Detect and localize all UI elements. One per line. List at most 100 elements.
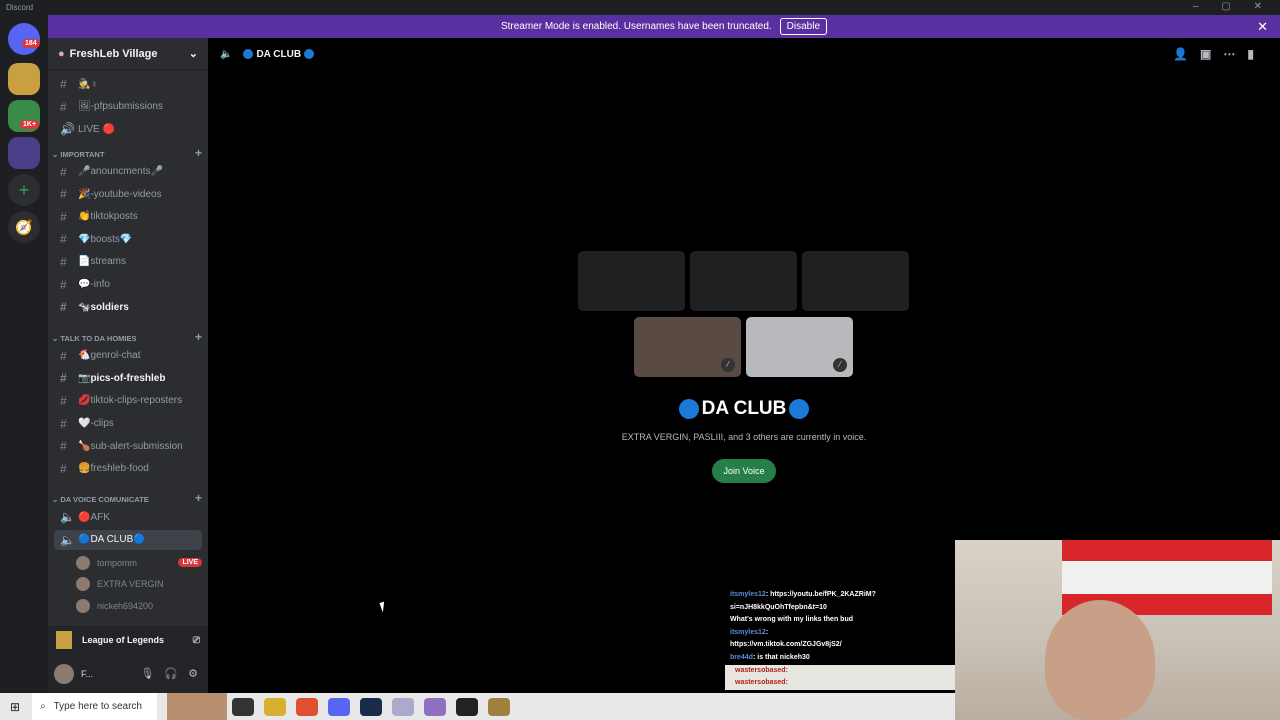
windows-start-icon[interactable]: ⊞ [10,700,20,714]
server-icon[interactable] [8,137,40,169]
chat-message: si=nJH8kkQuOhTfepbn&t=10 [730,603,827,611]
add-channel-icon[interactable]: + [195,146,202,160]
steam-icon[interactable] [360,697,382,716]
league-icon[interactable] [488,697,510,716]
server-list: 184 1K+ + 🧭 [0,15,48,693]
speaker-icon: 🔈 [220,48,233,60]
voice-channel-title: DA CLUB [208,398,1280,420]
app-icon[interactable] [232,697,254,716]
participant-tile[interactable] [802,251,909,311]
channel-item[interactable]: # 🎤anouncments🎤 [54,162,202,182]
brave-browser-icon[interactable] [296,697,318,716]
chevron-down-icon: ⌄ [188,48,198,60]
muted-icon: ⁄ [833,358,847,372]
discord-icon[interactable] [328,697,350,716]
channel-sidebar: ● FreshLeb Village ⌄ # 🕵️♀ # 🖼-pfpsubmissions… [48,38,208,693]
disable-button[interactable]: Disable [779,18,828,35]
gear-icon[interactable]: ⚙ [188,668,208,680]
server-header[interactable]: ● FreshLeb Village ⌄ [48,38,208,70]
twitch-icon[interactable] [424,697,446,716]
username: F... [81,668,94,679]
banner-text: Streamer Mode is enabled. Usernames have… [500,21,772,32]
stream-chat-overlay: itsmyles12: https://youtu.be/fPK_2KAZRiM… [725,578,955,693]
participant-tile[interactable] [578,251,685,311]
notification-badge: 1K+ [20,120,40,129]
app-icon[interactable] [392,697,414,716]
add-server-icon[interactable]: + [8,174,40,206]
channel-item[interactable]: # 🐄soldiers [54,297,202,317]
chat-message: bre44d: is that nickeh30 [730,653,810,661]
participant-tile[interactable]: ⁄ [634,317,741,377]
channel-item[interactable]: 🔈 🔵DA CLUB🔵 [54,529,202,550]
search-highlight-image [167,693,227,720]
avatar[interactable] [54,663,74,684]
server-freshleb[interactable] [8,63,40,95]
microphone-icon[interactable]: 🎙 [140,668,164,680]
activity-panel[interactable]: League of Legends ⎚ [48,626,208,654]
channel-item[interactable]: # 📷pics-of-freshleb [54,368,202,388]
webcam-overlay [955,540,1280,720]
category-header[interactable]: ⌄ DA VOICE COMUNICATE + [52,491,202,505]
search-placeholder: Type here to search [53,701,142,712]
chat-message: itsmyles12: https://youtu.be/fPK_2KAZRiM… [730,591,876,598]
screen-share-icon[interactable]: ⎚ [193,635,200,646]
taskbar-search[interactable]: ⌕ Type here to search [32,693,157,720]
channel-item[interactable]: # 🖼-pfpsubmissions [54,97,202,117]
close-icon[interactable]: ✕ [1257,19,1268,35]
notification-badge: 184 [22,39,40,48]
file-explorer-icon[interactable] [264,697,286,716]
taskbar: ⊞ ⌕ Type here to search [0,693,955,720]
muted-icon: ⁄ [721,358,735,372]
avatar [76,598,90,613]
voice-user[interactable]: tompomm LIVE [76,553,202,573]
channel-item[interactable]: # 🍗sub-alert-submission [54,436,202,456]
add-friend-icon[interactable]: 👤 [1173,47,1200,61]
channel-item[interactable]: # 💎boosts💎 [54,229,202,249]
voice-user[interactable]: EXTRA VERGIN [76,574,202,594]
channel-item[interactable]: # 📄streams [54,252,202,272]
explore-compass-icon[interactable]: 🧭 [8,211,40,243]
activity-label: League of Legends [82,635,165,645]
more-icon[interactable]: ⋯ [1223,47,1247,61]
chat-message: wastersobased: [725,677,955,690]
participant-tile[interactable] [690,251,797,311]
category-header[interactable]: ⌄ IMPORTANT + [52,146,202,160]
channel-item[interactable]: # 💬-info [54,275,202,295]
live-badge: LIVE [178,558,202,567]
chat-message: itsmyles12: [730,628,769,636]
headphones-icon[interactable]: 🎧 [164,668,188,680]
avatar [76,577,90,591]
participant-tile[interactable]: ⁄ [746,317,853,377]
chat-message: What's wrong with my links then bud [730,616,853,624]
voice-status-text: EXTRA VERGIN, PASLIII, and 3 others are … [621,432,867,442]
window-controls[interactable]: – ▢ ✕ [1193,1,1272,12]
logitech-icon[interactable] [456,697,478,716]
user-panel: F... 🎙🎧⚙ [48,654,208,693]
chat-icon[interactable]: ▮ [1247,47,1266,61]
streamer-face [1045,600,1155,720]
voice-user[interactable]: nickeh694200 [76,596,202,616]
channel-item[interactable]: # 🤍-clips [54,414,202,434]
channel-item[interactable]: # 🕵️♀ [54,74,202,94]
channel-item[interactable]: # 🍔freshleb-food [54,459,202,479]
channel-item[interactable]: # 🎉-youtube-videos [54,184,202,204]
channel-header: 🔈 DA CLUB 👤▣⋯▮ [208,38,1280,70]
join-voice-button[interactable]: Join Voice [712,459,776,483]
chat-message: wastersobased: [725,664,955,678]
channel-item[interactable]: # 🐔genrol-chat [54,346,202,366]
chat-message: https://vm.tiktok.com/ZGJGv8jS2/ [730,641,842,649]
add-channel-icon[interactable]: + [195,330,202,344]
category-header[interactable]: ⌄ TALK TO DA HOMIES + [52,330,202,344]
app-title: Discord [6,3,34,12]
title-bar: Discord – ▢ ✕ [0,0,1280,15]
channel-item[interactable]: 🔊 LIVE 🔴 [54,119,202,139]
streamer-mode-banner: Streamer Mode is enabled. Usernames have… [48,15,1280,38]
avatar [76,555,90,570]
server-name: FreshLeb Village [69,47,158,60]
channel-item[interactable]: # 💋tiktok-clips-reposters [54,391,202,411]
channel-name: DA CLUB [256,48,302,60]
channel-item[interactable]: # 👏tiktokposts [54,207,202,227]
add-channel-icon[interactable]: + [195,491,202,505]
channel-item[interactable]: 🔈 🔴AFK [54,507,202,527]
popout-icon[interactable]: ▣ [1200,47,1223,61]
